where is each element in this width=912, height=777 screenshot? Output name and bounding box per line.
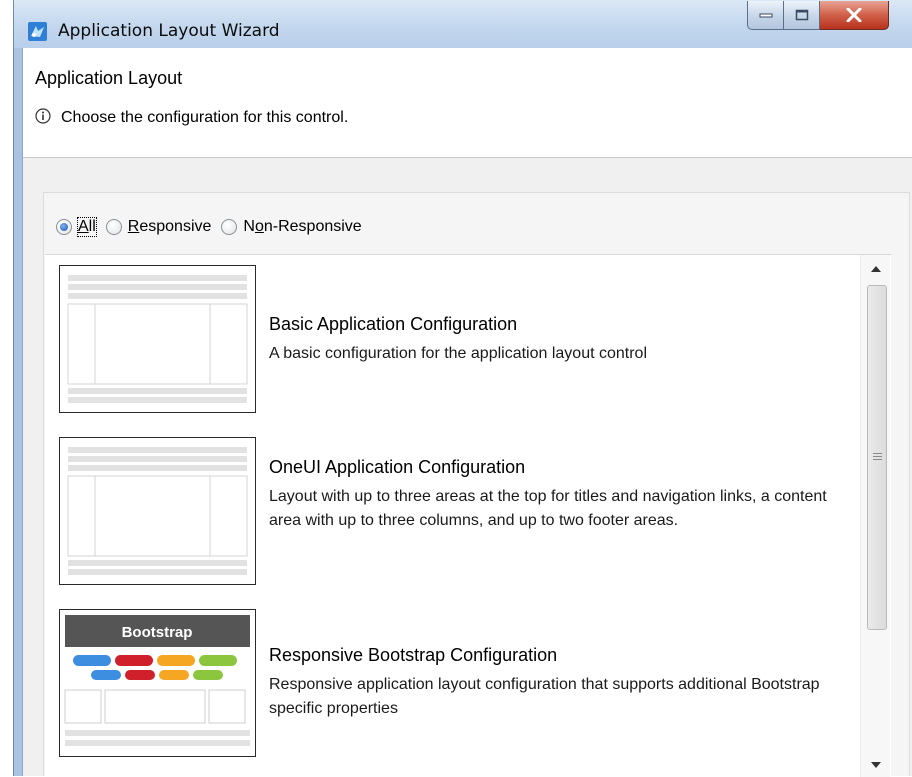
radio-responsive[interactable]: Responsive: [105, 218, 212, 236]
preview-thumbnail-oneui: [59, 437, 256, 585]
window-title: Application Layout Wizard: [58, 21, 280, 41]
configuration-group: All Responsive Non-Responsive Basic Appl…: [43, 192, 910, 777]
preview-thumbnail-basic: [59, 265, 256, 413]
preview-thumbnail-bootstrap: Bootstrap: [59, 609, 256, 757]
radio-all[interactable]: All: [56, 217, 97, 237]
list-scrollbar[interactable]: [860, 255, 890, 777]
scroll-down-icon: [871, 762, 881, 768]
scrollbar-thumb[interactable]: [867, 285, 887, 630]
radio-button[interactable]: [221, 219, 238, 235]
item-title: Basic Application Configuration: [269, 314, 518, 334]
radio-label: All: [77, 217, 97, 237]
title-bar[interactable]: Application Layout Wizard: [14, 0, 912, 48]
filter-radio-group: All Responsive Non-Responsive: [56, 215, 372, 239]
radio-label: Non-Responsive: [243, 218, 362, 235]
grip-icon: [873, 453, 882, 462]
radio-non-responsive[interactable]: Non-Responsive: [221, 218, 362, 236]
item-description: A basic configuration for the applicatio…: [269, 345, 648, 362]
page-description: Choose the configuration for this contro…: [61, 109, 349, 126]
minimize-icon: [759, 13, 772, 18]
item-title: Responsive Bootstrap Configuration: [269, 645, 558, 665]
configuration-list[interactable]: Basic Application Configuration A basic …: [45, 254, 891, 777]
app-icon: [28, 22, 47, 41]
item-description: Layout with up to three areas at the top…: [269, 488, 827, 529]
radio-button[interactable]: [105, 219, 122, 235]
item-title: OneUI Application Configuration: [269, 457, 526, 477]
info-icon: [35, 108, 51, 124]
scroll-down-button[interactable]: [861, 755, 891, 775]
wizard-client-area: Application Layout Choose the configurat…: [22, 48, 912, 777]
item-description: Responsive application layout configurat…: [269, 676, 820, 717]
radio-label: Responsive: [127, 218, 212, 235]
close-icon: [846, 8, 862, 22]
bootstrap-label: Bootstrap: [122, 624, 193, 641]
list-item-bootstrap[interactable]: Bootstrap Responsive Bootstrap Configura…: [59, 609, 839, 759]
maximize-button[interactable]: [784, 1, 820, 30]
wizard-header: Application Layout Choose the configurat…: [23, 48, 912, 158]
radio-button[interactable]: [56, 219, 72, 235]
wizard-window: Application Layout Wizard Application La…: [13, 0, 912, 777]
list-item-basic[interactable]: Basic Application Configuration A basic …: [59, 265, 839, 415]
list-item-oneui[interactable]: OneUI Application Configuration Layout w…: [59, 437, 839, 587]
page-title: Application Layout: [35, 68, 183, 88]
close-button[interactable]: [820, 1, 889, 30]
maximize-icon: [795, 9, 808, 21]
minimize-button[interactable]: [747, 1, 784, 30]
scroll-up-button[interactable]: [861, 259, 891, 279]
scroll-up-icon: [871, 266, 881, 272]
